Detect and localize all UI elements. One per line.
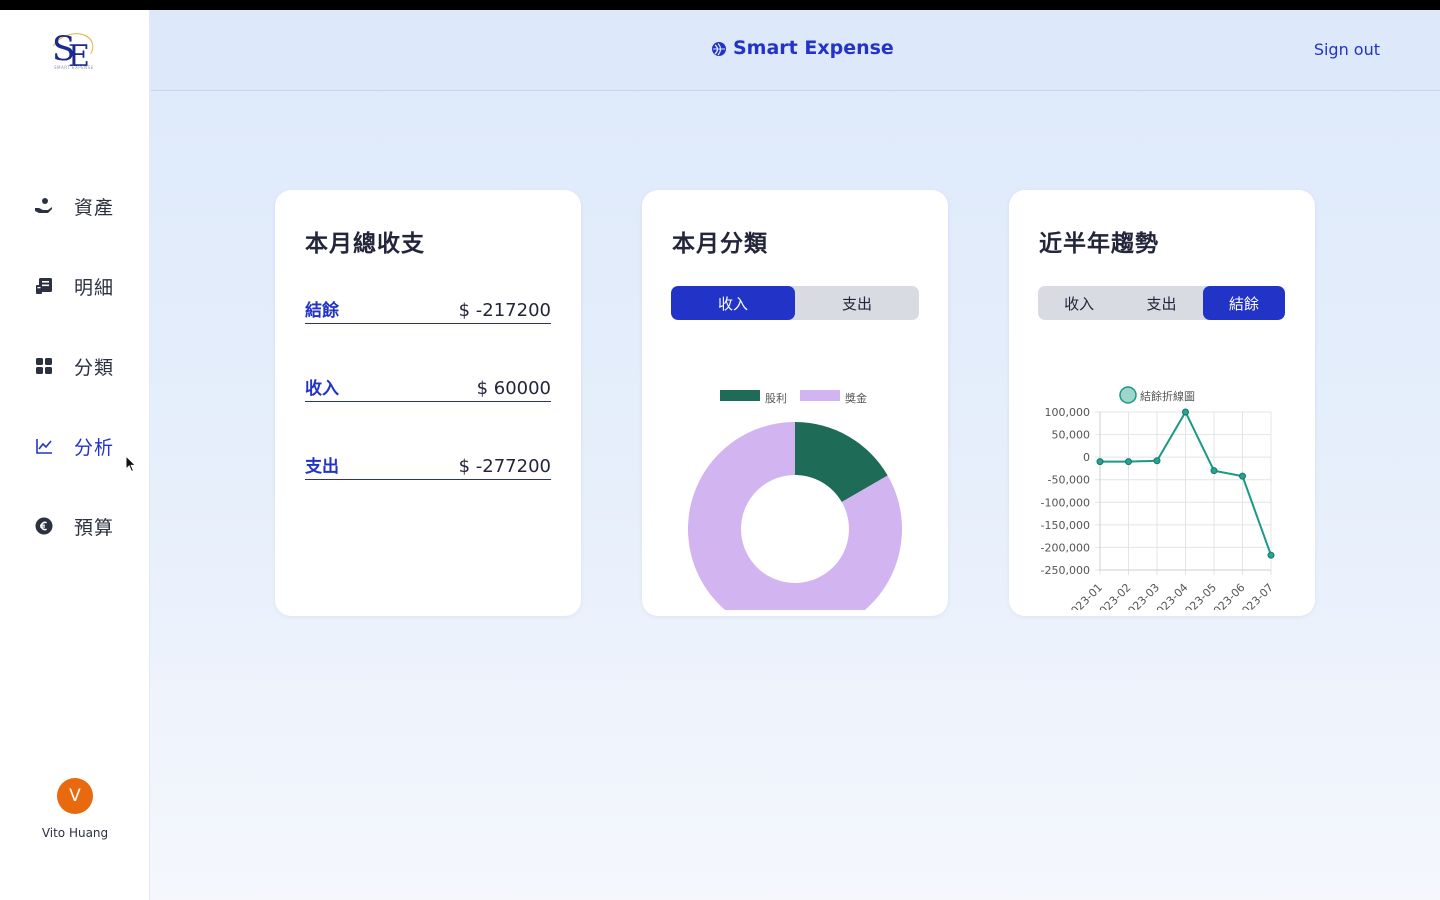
sidebar-item-label: 預算 bbox=[74, 516, 115, 539]
y-tick-label: -250,000 bbox=[1041, 564, 1090, 577]
avatar[interactable]: V bbox=[57, 778, 93, 814]
legend-label: 股利 bbox=[765, 392, 787, 405]
sidebar-item-label: 分類 bbox=[74, 356, 115, 379]
half-year-trend-card: 近半年趨勢 收入 支出 結餘 結餘折線圖 100,000 50,000 0 -50,00… bbox=[1009, 190, 1315, 616]
data-point bbox=[1182, 408, 1189, 416]
tab-expense[interactable]: 支出 bbox=[1120, 286, 1202, 320]
app-screen: S E SMART EXPENSE 資產 明細 分類 分析 預算 V Vito … bbox=[0, 10, 1440, 900]
hand-coin-icon bbox=[34, 196, 54, 216]
summary-value: $ -277200 bbox=[458, 456, 551, 477]
user-profile[interactable]: V Vito Huang bbox=[0, 778, 150, 840]
grid-icon bbox=[34, 356, 54, 376]
data-point bbox=[1125, 458, 1132, 466]
top-header: Smart Expense Sign out bbox=[151, 10, 1440, 91]
euro-coin-icon bbox=[34, 516, 54, 536]
summary-value: $ -217200 bbox=[458, 300, 551, 321]
receipt-icon bbox=[34, 276, 54, 296]
y-tick-label: -50,000 bbox=[1048, 474, 1090, 487]
legend-swatch bbox=[720, 390, 760, 401]
monthly-summary-card: 本月總收支 結餘 $ -217200 收入 $ 60000 支出 $ -2772… bbox=[275, 190, 581, 616]
sidebar-item-label: 資產 bbox=[74, 196, 115, 219]
category-type-toggle: 收入 支出 bbox=[671, 286, 919, 320]
sidebar-item-assets[interactable]: 資產 bbox=[34, 190, 144, 222]
y-tick-label: 0 bbox=[1083, 451, 1090, 464]
monthly-category-card: 本月分類 收入 支出 股利 獎金 bbox=[642, 190, 948, 616]
tab-balance[interactable]: 結餘 bbox=[1202, 286, 1285, 320]
data-point bbox=[1096, 458, 1104, 466]
y-tick-label: 50,000 bbox=[1052, 429, 1091, 442]
mouse-cursor-icon bbox=[125, 455, 137, 473]
tab-income[interactable]: 收入 bbox=[1038, 286, 1120, 320]
logo-tagline: SMART EXPENSE bbox=[54, 65, 94, 70]
doughnut-slice bbox=[688, 422, 902, 610]
tab-income[interactable]: 收入 bbox=[671, 286, 795, 320]
summary-value: $ 60000 bbox=[476, 378, 551, 399]
summary-row-income: 收入 $ 60000 bbox=[305, 376, 551, 402]
brand-title[interactable]: Smart Expense bbox=[711, 37, 894, 59]
balance-trend-line-chart: 結餘折線圖 100,000 50,000 0 -50,000 -100,000 -150,0… bbox=[1041, 386, 1276, 610]
sidebar-item-details[interactable]: 明細 bbox=[34, 270, 144, 302]
summary-row-expense: 支出 $ -277200 bbox=[305, 454, 551, 480]
legend-label: 結餘折線圖 bbox=[1140, 389, 1195, 403]
sidebar-item-budget[interactable]: 預算 bbox=[34, 510, 144, 542]
data-point bbox=[1239, 472, 1246, 480]
card-title: 本月總收支 bbox=[305, 231, 425, 257]
y-tick-label: 100,000 bbox=[1045, 406, 1091, 419]
data-point bbox=[1153, 457, 1161, 465]
data-point bbox=[1267, 551, 1275, 559]
line-chart-icon bbox=[34, 436, 54, 456]
legend-marker bbox=[1119, 386, 1137, 404]
card-title: 本月分類 bbox=[672, 231, 768, 257]
tab-expense[interactable]: 支出 bbox=[795, 286, 919, 320]
legend-swatch bbox=[800, 390, 840, 401]
summary-key: 支出 bbox=[305, 457, 339, 477]
sign-out-link[interactable]: Sign out bbox=[1314, 40, 1380, 59]
category-doughnut-chart: 股利 獎金 bbox=[688, 390, 902, 610]
summary-row-balance: 結餘 $ -217200 bbox=[305, 298, 551, 324]
trend-type-toggle: 收入 支出 結餘 bbox=[1038, 286, 1285, 320]
brand-text: Smart Expense bbox=[733, 37, 894, 59]
card-title: 近半年趨勢 bbox=[1039, 231, 1159, 257]
user-name: Vito Huang bbox=[41, 826, 109, 840]
globe-icon bbox=[711, 40, 727, 56]
app-logo[interactable]: S E SMART EXPENSE bbox=[45, 27, 106, 76]
sidebar-item-label: 明細 bbox=[74, 276, 115, 299]
legend-label: 獎金 bbox=[845, 391, 867, 405]
y-tick-label: -100,000 bbox=[1041, 496, 1090, 509]
summary-key: 結餘 bbox=[305, 301, 339, 321]
sidebar-item-label: 分析 bbox=[74, 436, 115, 459]
y-tick-label: -200,000 bbox=[1041, 541, 1090, 554]
sidebar-item-categories[interactable]: 分類 bbox=[34, 350, 144, 382]
data-point bbox=[1210, 467, 1218, 475]
y-tick-label: -150,000 bbox=[1041, 519, 1090, 532]
summary-key: 收入 bbox=[305, 379, 339, 399]
